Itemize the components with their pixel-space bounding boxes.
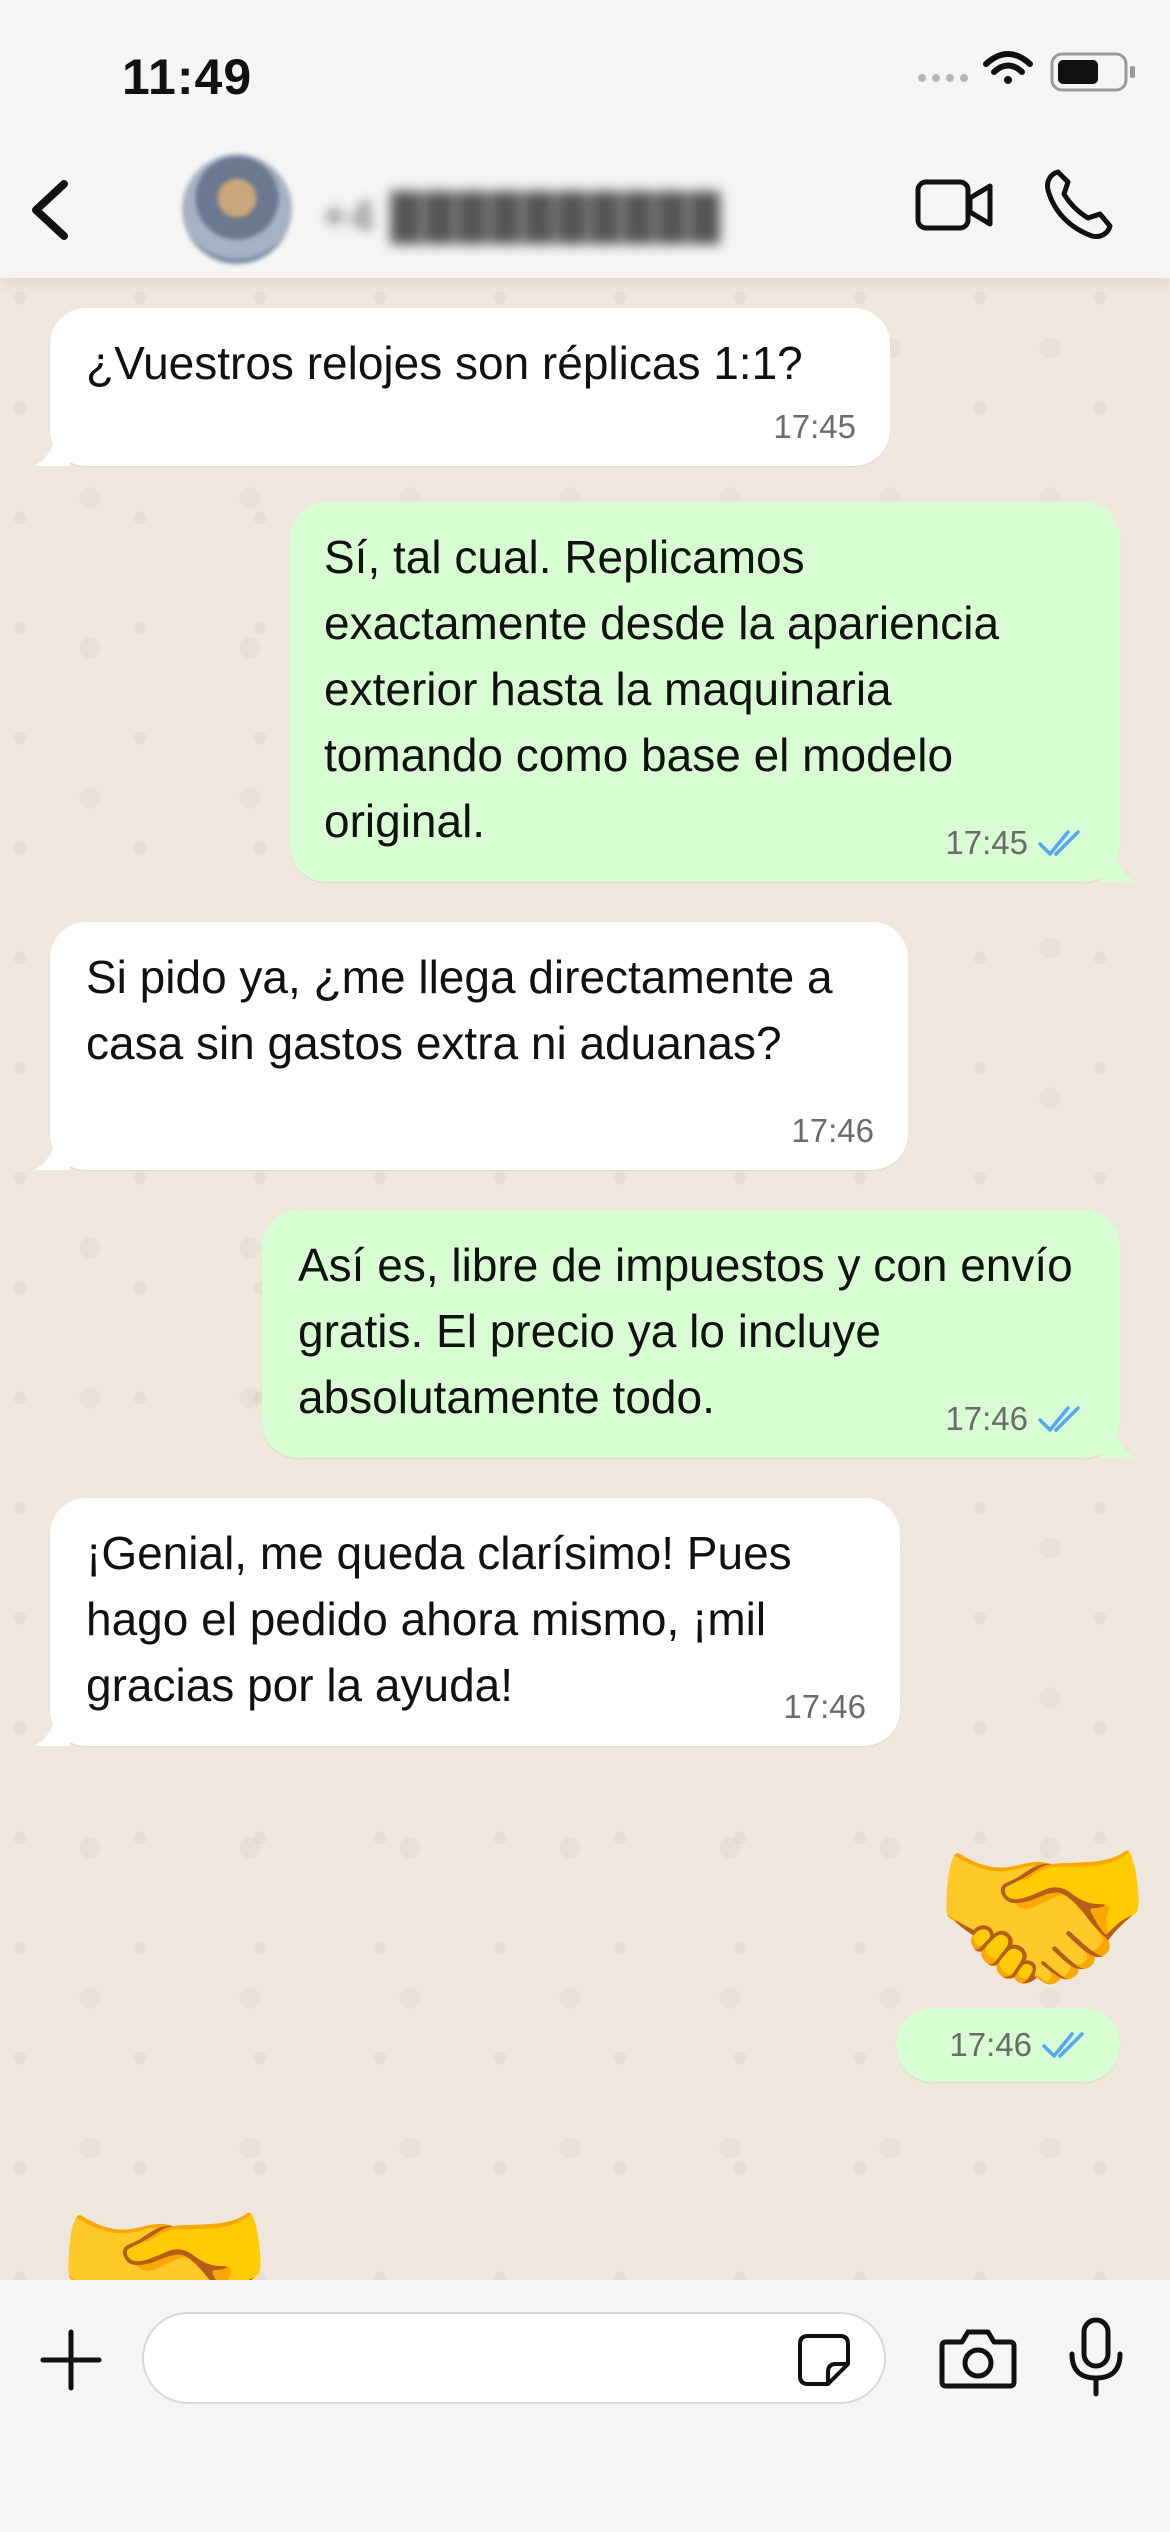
video-camera-icon[interactable] bbox=[914, 170, 994, 240]
sticker-icon[interactable] bbox=[796, 2332, 852, 2388]
message-bubble-incoming[interactable]: ¿Vuestros relojes son réplicas 1:1? 17:4… bbox=[50, 308, 890, 466]
message-meta: 17:45 bbox=[773, 408, 856, 446]
input-bar bbox=[0, 2280, 1170, 2532]
message-bubble-outgoing[interactable]: Sí, tal cual. Replicamos exactamente des… bbox=[290, 502, 1120, 882]
message-bubble-outgoing[interactable]: Así es, libre de impuestos y con envío g… bbox=[262, 1210, 1120, 1458]
chat-area: ¿Vuestros relojes son réplicas 1:1? 17:4… bbox=[0, 278, 1170, 2280]
message-time: 17:46 bbox=[945, 1400, 1028, 1437]
plus-icon[interactable] bbox=[36, 2320, 106, 2400]
message-time: 17:46 bbox=[949, 2026, 1032, 2063]
phone-icon[interactable] bbox=[1040, 164, 1116, 244]
message-text: ¡Genial, me queda clarísimo! Pues hago e… bbox=[86, 1527, 792, 1711]
message-time: 17:45 bbox=[773, 408, 856, 445]
status-time: 11:49 bbox=[122, 49, 253, 105]
read-ticks-icon bbox=[1042, 2032, 1084, 2058]
message-bubble-incoming[interactable]: ¡Genial, me queda clarísimo! Pues hago e… bbox=[50, 1498, 900, 1746]
message-time: 17:46 bbox=[791, 1112, 874, 1149]
back-chevron-icon[interactable] bbox=[18, 170, 88, 250]
bubble-tail bbox=[1100, 842, 1136, 882]
bubble-tail bbox=[34, 1706, 70, 1746]
message-text: Sí, tal cual. Replicamos exactamente des… bbox=[324, 531, 1000, 847]
contact-name[interactable]: +4 ██████████ bbox=[322, 192, 722, 242]
message-meta: 17:46 bbox=[783, 1688, 866, 1726]
bubble-tail bbox=[1100, 1418, 1136, 1458]
message-time-chip[interactable]: 17:46 bbox=[896, 2008, 1120, 2082]
status-bar: 11:49 bbox=[0, 0, 1170, 140]
message-meta: 17:46 bbox=[945, 1400, 1086, 1438]
message-text: Si pido ya, ¿me llega directamente a cas… bbox=[86, 951, 833, 1069]
camera-icon[interactable] bbox=[938, 2320, 1018, 2396]
message-text: ¿Vuestros relojes son réplicas 1:1? bbox=[86, 337, 803, 389]
bubble-tail bbox=[34, 426, 70, 466]
bubble-tail bbox=[34, 1130, 70, 1170]
message-meta: 17:45 bbox=[945, 824, 1086, 862]
message-meta: 17:46 bbox=[949, 2026, 1090, 2064]
chat-header: +4 ██████████ bbox=[0, 140, 1170, 278]
read-ticks-icon bbox=[1038, 1406, 1080, 1432]
emoji-message-incoming[interactable]: 🤝 bbox=[52, 2190, 276, 2281]
cellular-signal-icon bbox=[918, 74, 968, 82]
message-meta: 17:46 bbox=[791, 1112, 874, 1150]
battery-icon bbox=[1050, 52, 1135, 92]
message-input[interactable] bbox=[142, 2312, 886, 2404]
message-bubble-incoming[interactable]: Si pido ya, ¿me llega directamente a cas… bbox=[50, 922, 908, 1170]
message-time: 17:46 bbox=[783, 1688, 866, 1725]
microphone-icon[interactable] bbox=[1066, 2316, 1126, 2400]
message-time: 17:45 bbox=[945, 824, 1028, 861]
emoji-message-outgoing[interactable]: 🤝 bbox=[930, 1828, 1154, 2008]
read-ticks-icon bbox=[1038, 830, 1080, 856]
avatar[interactable] bbox=[182, 154, 292, 264]
status-icons bbox=[918, 51, 1135, 92]
wifi-icon bbox=[983, 51, 1033, 84]
